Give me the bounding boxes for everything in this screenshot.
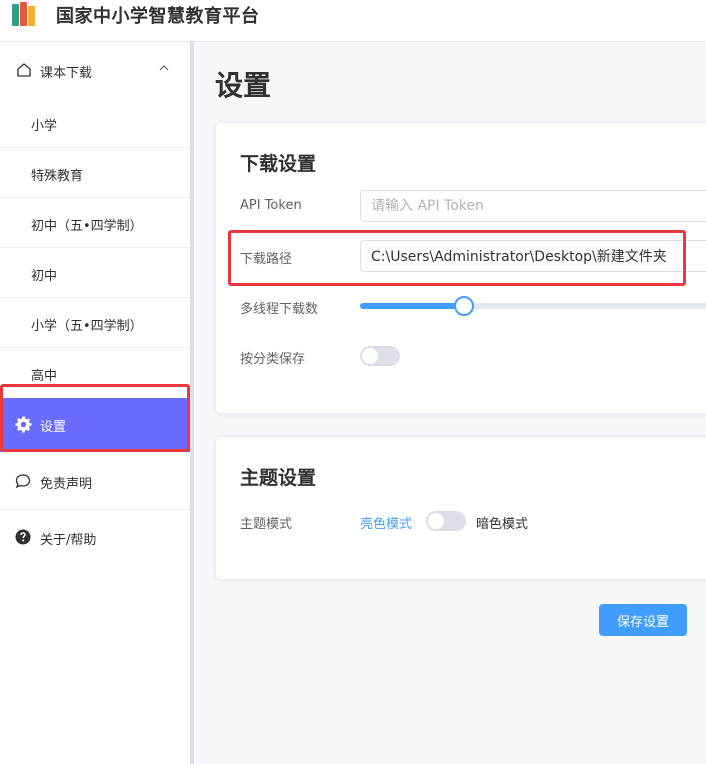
- threads-slider-handle[interactable]: [454, 296, 475, 316]
- chat-bubble-icon: [15, 474, 31, 489]
- app-header: 国家中小学智慧教育平台: [0, 0, 706, 42]
- sidebar-item-primary-54[interactable]: 小学（五•四学制）: [0, 298, 190, 348]
- categorize-label: 按分类保存: [240, 352, 306, 367]
- api-token-input[interactable]: [360, 190, 706, 222]
- menu-group-label: 课本下载: [40, 66, 93, 81]
- switch-knob: [428, 513, 444, 529]
- threads-label: 多线程下载数: [240, 302, 319, 317]
- chevron-up-icon[interactable]: [158, 62, 170, 74]
- theme-mode-label: 主题模式: [240, 517, 293, 532]
- question-circle-icon: [15, 529, 31, 545]
- sidebar-item-label: 小学（五•四学制）: [31, 319, 143, 334]
- sidebar-item-primary[interactable]: 小学: [0, 98, 190, 148]
- main-content: 设置 下载设置 API Token 下载路径 多线程下载数 按分类保存 主题设置…: [194, 42, 706, 764]
- books-logo-icon: [12, 2, 40, 26]
- sidebar-item-label: 初中: [31, 269, 58, 284]
- app-title: 国家中小学智慧教育平台: [56, 6, 260, 27]
- switch-knob: [362, 348, 378, 364]
- sidebar-item-label: 初中（五•四学制）: [31, 219, 143, 234]
- download-path-label: 下载路径: [240, 252, 293, 267]
- sidebar: 课本下载 小学 特殊教育 初中（五•四学制） 初中 小学（五•四学制） 高中 设…: [0, 42, 190, 764]
- sidebar-item-label: 设置: [40, 420, 67, 435]
- threads-slider[interactable]: [360, 296, 706, 316]
- sidebar-item-settings[interactable]: 设置: [0, 398, 190, 452]
- api-token-label: API Token: [240, 198, 302, 213]
- theme-mode-switch[interactable]: [426, 511, 466, 531]
- sidebar-item-about-help[interactable]: 关于/帮助: [0, 510, 190, 566]
- sidebar-item-label: 特殊教育: [31, 169, 84, 184]
- download-settings-card: 下载设置 API Token 下载路径 多线程下载数 按分类保存: [215, 122, 706, 414]
- sidebar-item-junior[interactable]: 初中: [0, 248, 190, 298]
- sidebar-item-label: 免责声明: [40, 477, 93, 492]
- light-mode-label: 亮色模式: [360, 517, 413, 532]
- theme-settings-card: 主题设置 主题模式 亮色模式 暗色模式: [215, 436, 706, 580]
- page-title: 设置: [215, 69, 272, 102]
- sidebar-gap: [0, 388, 187, 398]
- theme-settings-title: 主题设置: [240, 467, 317, 489]
- sidebar-item-special-education[interactable]: 特殊教育: [0, 148, 190, 198]
- categorize-switch[interactable]: [360, 346, 400, 366]
- download-settings-title: 下载设置: [240, 153, 317, 175]
- dark-mode-label: 暗色模式: [476, 517, 529, 532]
- gear-icon: [15, 416, 32, 433]
- threads-slider-fill: [360, 303, 465, 309]
- download-path-input[interactable]: [360, 240, 706, 272]
- menu-group-textbook-download[interactable]: 课本下载: [0, 48, 190, 94]
- sidebar-item-label: 关于/帮助: [40, 533, 97, 548]
- sidebar-item-label: 高中: [31, 369, 58, 384]
- sidebar-item-disclaimer[interactable]: 免责声明: [0, 454, 190, 510]
- sidebar-item-label: 小学: [31, 119, 58, 134]
- sidebar-item-junior-54[interactable]: 初中（五•四学制）: [0, 198, 190, 248]
- home-icon: [17, 63, 31, 77]
- save-settings-button[interactable]: 保存设置: [599, 604, 687, 636]
